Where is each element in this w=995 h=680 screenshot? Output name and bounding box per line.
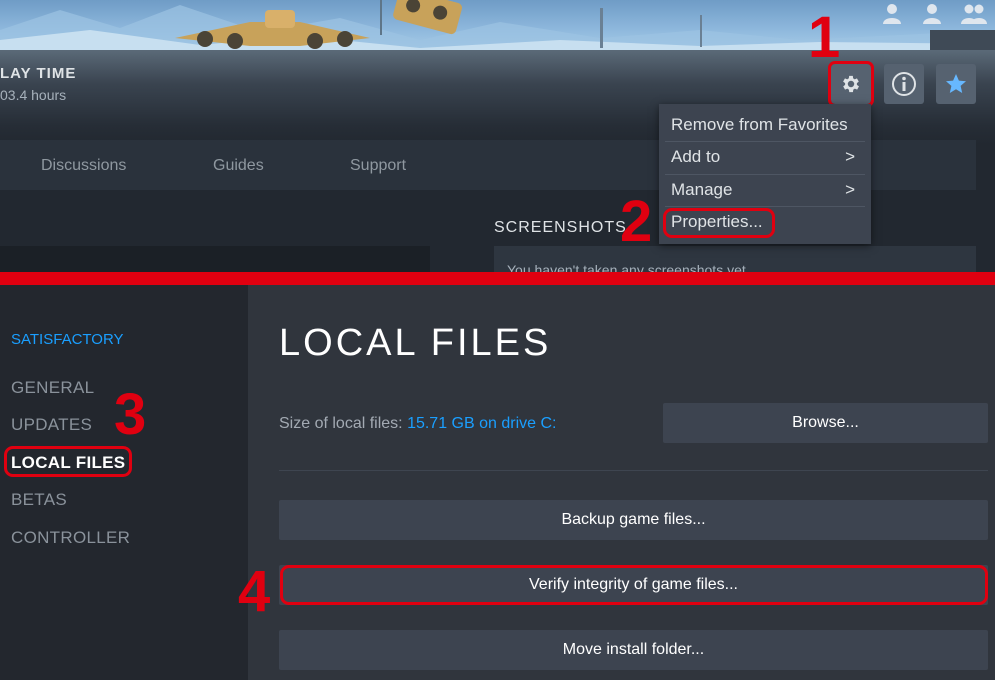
step-number-1: 1: [808, 5, 841, 70]
tab-discussions[interactable]: Discussions: [41, 157, 126, 175]
game-page-panel: LAY TIME 03.4 hours Discussions Guides S…: [0, 0, 995, 272]
tab-support[interactable]: Support: [350, 157, 406, 175]
sidebar-item-general[interactable]: GENERAL: [11, 378, 94, 398]
backup-game-files-button[interactable]: Backup game files...: [279, 500, 988, 540]
verify-highlight: [280, 565, 988, 605]
screenshot-root: LAY TIME 03.4 hours Discussions Guides S…: [0, 0, 995, 680]
sidebar-item-updates[interactable]: UPDATES: [11, 415, 92, 435]
info-button[interactable]: [884, 64, 924, 104]
user-icon: [923, 4, 941, 24]
gear-icon: [843, 75, 859, 93]
local-files-size: Size of local files: 15.71 GB on drive C…: [279, 415, 556, 433]
hero-artwork: [0, 0, 995, 52]
menu-item-add-to[interactable]: Add to >: [659, 141, 871, 173]
star-icon: [946, 74, 966, 93]
divider-line: [279, 470, 988, 471]
tab-guides[interactable]: Guides: [213, 157, 264, 175]
menu-item-label: Remove from Favorites: [671, 115, 848, 134]
friends-area: [881, 2, 987, 24]
size-value: 15.71 GB on drive C:: [407, 415, 557, 432]
browse-button[interactable]: Browse...: [663, 403, 988, 443]
section-divider: [0, 272, 995, 285]
move-install-folder-button[interactable]: Move install folder...: [279, 630, 988, 670]
screenshots-empty-text: You haven't taken any screenshots yet: [507, 262, 746, 272]
properties-highlight: [663, 208, 775, 238]
playtime-value: 03.4 hours: [0, 87, 67, 103]
menu-item-manage[interactable]: Manage >: [659, 174, 871, 206]
local-files-highlight: [4, 446, 132, 477]
users-group-icon: [961, 4, 987, 24]
chevron-right-icon: >: [845, 147, 855, 166]
menu-item-label: Add to: [671, 147, 721, 166]
step-number-3: 3: [114, 382, 147, 447]
playtime-label: LAY TIME: [0, 65, 77, 82]
screenshots-title: SCREENSHOTS: [494, 219, 627, 236]
user-icon: [883, 4, 901, 24]
menu-item-remove-from-favorites[interactable]: Remove from Favorites: [659, 109, 871, 141]
menu-item-label: Manage: [671, 180, 733, 199]
sidebar-game-title: SATISFACTORY: [11, 331, 124, 348]
sidebar-item-controller[interactable]: CONTROLLER: [11, 528, 130, 548]
sidebar-item-betas[interactable]: BETAS: [11, 490, 67, 510]
size-label: Size of local files:: [279, 415, 408, 432]
step-number-2: 2: [620, 189, 653, 254]
page-title: LOCAL FILES: [279, 322, 552, 364]
hero-banner: [0, 0, 995, 52]
step-number-4: 4: [238, 559, 271, 624]
chevron-right-icon: >: [845, 180, 855, 199]
favorite-button[interactable]: [936, 64, 976, 104]
info-icon: [892, 72, 916, 96]
activity-panel: [0, 246, 430, 272]
